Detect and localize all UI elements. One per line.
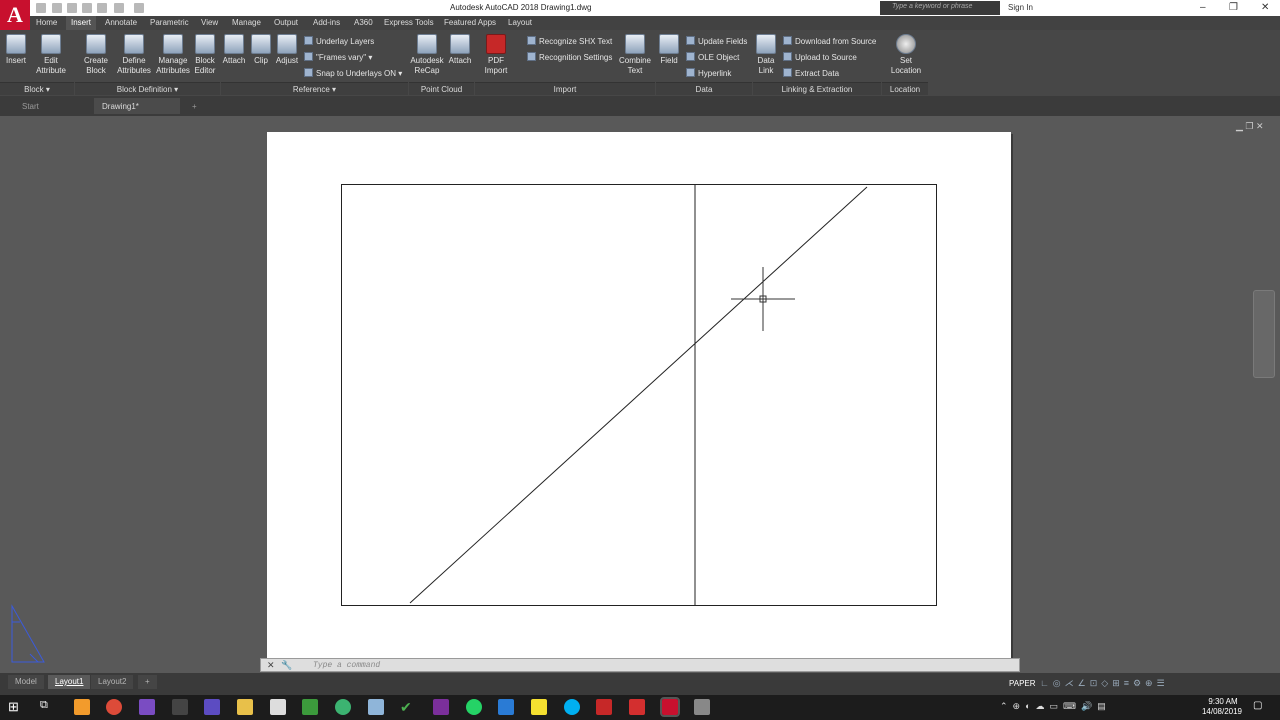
checkmark-app-icon[interactable]: ✔ — [400, 699, 416, 715]
app-icon-10[interactable] — [368, 699, 384, 715]
command-line[interactable]: ✕ 🔧 Type a command — [260, 658, 1020, 672]
autocad-taskbar-icon[interactable] — [660, 697, 680, 717]
visual-studio-icon[interactable] — [139, 699, 155, 715]
navigation-bar[interactable] — [1253, 290, 1275, 378]
file-explorer-icon[interactable] — [237, 699, 253, 715]
status-bar-toggles[interactable]: ∟◎⋌∠⊡◇⊞≡⚙⊕☰ — [1040, 678, 1276, 690]
tab-layout2[interactable]: Layout2 — [91, 675, 134, 689]
sticky-notes-icon[interactable] — [531, 699, 547, 715]
app-icon-9[interactable] — [335, 699, 351, 715]
app-icon-14[interactable] — [498, 699, 514, 715]
acrobat-icon[interactable] — [629, 699, 645, 715]
app-icon-17[interactable] — [596, 699, 612, 715]
command-input[interactable]: Type a command — [313, 661, 380, 670]
clock-date[interactable]: 14/08/2019 — [1200, 707, 1244, 716]
task-view-icon[interactable]: ⧉ — [40, 699, 56, 715]
onenote-icon[interactable] — [433, 699, 449, 715]
close-command-icon[interactable]: ✕ — [267, 660, 275, 671]
app-icon-1[interactable] — [74, 699, 90, 715]
diagonal-line — [409, 186, 868, 604]
calculator-icon[interactable] — [270, 699, 286, 715]
system-tray-icons[interactable]: ⌃⊕◐☁▭⌨🔊▤ — [1000, 701, 1111, 712]
chrome-icon[interactable] — [106, 699, 122, 715]
paper-space-toggle[interactable]: PAPER — [1009, 679, 1036, 688]
notification-icon[interactable]: ▢ — [1253, 700, 1262, 711]
ucs-icon — [11, 604, 45, 663]
skype-icon[interactable] — [564, 699, 580, 715]
whatsapp-icon[interactable] — [466, 699, 482, 715]
app-icon-8[interactable] — [302, 699, 318, 715]
add-layout-button[interactable]: + — [138, 675, 157, 689]
windows-start-icon[interactable]: ⊞ — [8, 699, 24, 715]
customize-icon[interactable]: 🔧 — [281, 660, 292, 671]
tab-model[interactable]: Model — [8, 675, 44, 689]
clock-time[interactable]: 9:30 AM — [1206, 697, 1240, 706]
app-icon-20[interactable] — [694, 699, 710, 715]
tab-layout1[interactable]: Layout1 — [48, 675, 91, 689]
app-icon-4[interactable] — [172, 699, 188, 715]
drawing-canvas — [11, 185, 868, 663]
crosshair-cursor — [731, 267, 795, 331]
vs-code-icon[interactable] — [204, 699, 220, 715]
